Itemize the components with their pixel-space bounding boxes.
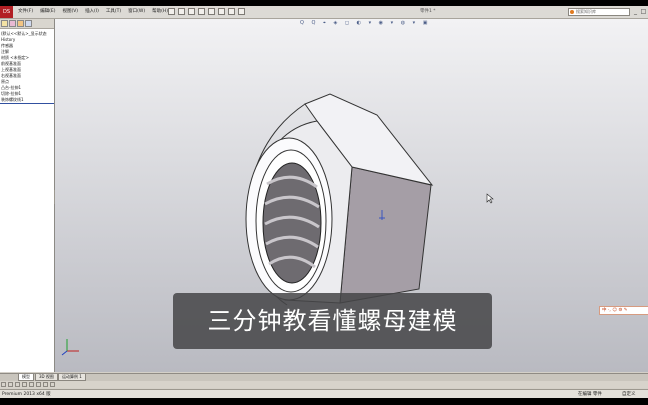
dim-tab-icon[interactable] [25,20,32,27]
filter-icon[interactable] [43,382,48,387]
rebuild-icon[interactable] [228,8,235,15]
minimize-button[interactable]: _ [632,8,639,15]
menu-insert[interactable]: 插入(I) [85,9,99,14]
menu-file[interactable]: 文件(F) [18,9,33,14]
loop-icon[interactable] [29,382,34,387]
nut-side-face [339,166,432,304]
ime-toolbar[interactable]: 中 ·, ☺ ⚙ ✎ [599,306,648,315]
options-icon[interactable] [238,8,245,15]
mouse-cursor-icon [486,193,494,204]
maximize-button[interactable]: □ [640,8,647,15]
search-icon [570,10,574,14]
zoom-icon[interactable] [36,382,41,387]
tab-3d-views[interactable]: 3D 视图 [35,374,58,381]
record-icon[interactable] [22,382,27,387]
play-icon[interactable] [1,382,6,387]
select-icon[interactable] [218,8,225,15]
menu-bar: DS 文件(F) 编辑(E) 视图(V) 插入(I) 工具(T) 窗口(W) 帮助(H) 零… [0,6,648,19]
new-icon[interactable] [168,8,175,15]
property-tab-icon[interactable] [9,20,16,27]
reference-triad [61,339,79,356]
next-icon[interactable] [15,382,20,387]
triad-z-axis [61,350,68,356]
feature-tree: (默认<<默认>_显示状态 History 传感器 注解 材质 <未指定> 前视基准面 上视… [0,29,54,104]
app-logo[interactable]: DS [0,6,13,18]
window-title: 零件1 * [420,9,436,14]
open-icon[interactable] [178,8,185,15]
search-placeholder: 搜索知识库 [576,9,596,14]
config-tab-icon[interactable] [17,20,24,27]
menu-help[interactable]: 帮助(H) [152,9,168,14]
video-subtitle: 三分钟教看懂螺母建模 [173,293,492,349]
settings-icon[interactable] [50,382,55,387]
feature-tree-tab-icon[interactable] [1,20,8,27]
tab-model[interactable]: 模型 [18,374,34,381]
screen-bottom-border [0,398,648,405]
search-input[interactable]: 搜索知识库 [568,8,630,16]
tree-item[interactable]: 装饰螺纹线1 [0,97,54,104]
tab-motion-study[interactable]: 运动算例 1 [58,374,86,381]
menu-edit[interactable]: 编辑(E) [40,9,55,14]
undo-icon[interactable] [208,8,215,15]
menu-items: 文件(F) 编辑(E) 视图(V) 插入(I) 工具(T) 窗口(W) 帮助(H) [18,6,175,18]
standard-toolbar [168,8,248,16]
manager-tabs [0,19,54,29]
menu-tools[interactable]: 工具(T) [106,9,121,14]
feature-manager-pane: (默认<<默认>_显示状态 History 传感器 注解 材质 <未指定> 前视基准面 上视… [0,19,55,372]
solidworks-window: DS 文件(F) 编辑(E) 视图(V) 插入(I) 工具(T) 窗口(W) 帮助(H) 零… [0,0,648,405]
print-icon[interactable] [198,8,205,15]
menu-window[interactable]: 窗口(W) [128,9,145,14]
prev-icon[interactable] [8,382,13,387]
bottom-tab-bar: 模型 3D 视图 运动算例 1 [0,373,648,381]
bottom-icon-row [0,381,648,388]
menu-view[interactable]: 视图(V) [62,9,78,14]
save-icon[interactable] [188,8,195,15]
